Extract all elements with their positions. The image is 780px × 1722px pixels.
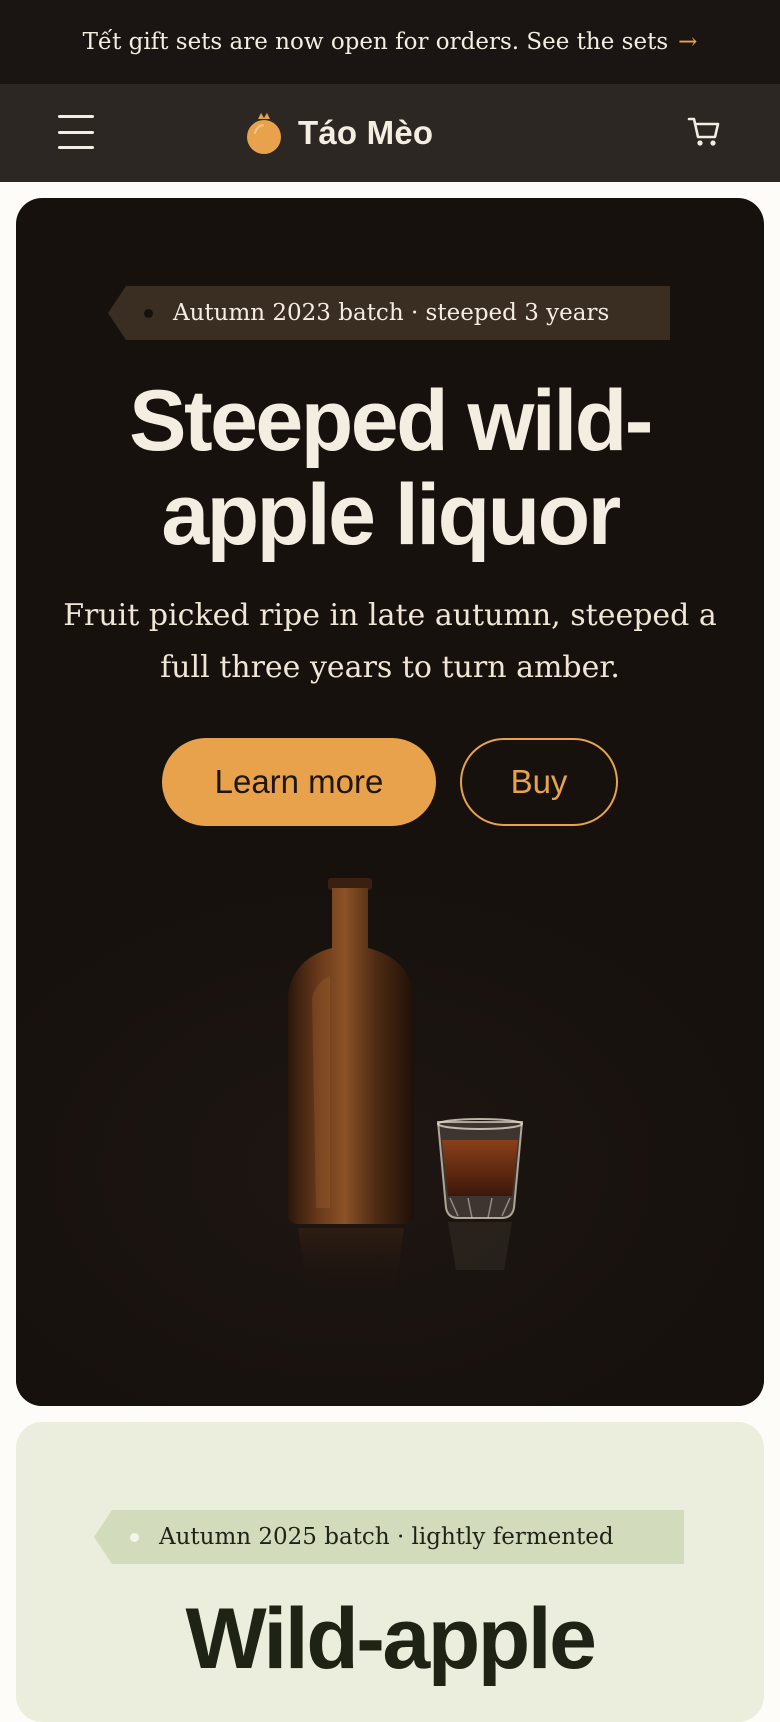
batch-tag-label: Autumn 2025 batch · lightly fermented — [159, 1524, 614, 1550]
arrow-right-icon: → — [678, 29, 698, 55]
hamburger-menu-icon[interactable] — [58, 114, 94, 150]
tag-dot-icon — [144, 308, 153, 318]
second-card-title: Wild-apple — [185, 1591, 598, 1687]
batch-tag: Autumn 2023 batch · steeped 3 years — [108, 286, 670, 340]
buy-button[interactable]: Buy — [460, 738, 618, 826]
hero-title: Steeped wild- apple liquor — [16, 374, 764, 562]
hero-title-line1: Steeped wild- — [129, 373, 653, 469]
brand-logo[interactable]: Táo Mèo — [244, 108, 433, 158]
hero-card: Autumn 2023 batch · steeped 3 years Stee… — [16, 198, 764, 1406]
second-product-card: Autumn 2025 batch · lightly fermented Wi… — [16, 1422, 764, 1722]
announcement-bar[interactable]: Tết gift sets are now open for orders. S… — [0, 0, 780, 84]
site-header: Táo Mèo — [0, 84, 780, 182]
batch-tag: Autumn 2025 batch · lightly fermented — [94, 1510, 684, 1564]
hero-subtitle: Fruit picked ripe in late autumn, steepe… — [56, 590, 724, 694]
hero-subtitle-line2: full three years to turn amber. — [160, 650, 620, 685]
announcement-text: Tết gift sets are now open for orders. S… — [82, 29, 669, 55]
shot-glass-shape — [436, 1118, 524, 1219]
shopping-cart-icon[interactable] — [686, 113, 722, 149]
learn-more-button[interactable]: Learn more — [162, 738, 436, 826]
brand-name: Táo Mèo — [298, 114, 434, 151]
hero-subtitle-line1: Fruit picked ripe in late autumn, steepe… — [63, 598, 717, 633]
product-photo — [16, 878, 764, 1406]
tag-dot-icon — [130, 1532, 139, 1542]
hero-title-line2: apple liquor — [161, 467, 621, 563]
apple-logo-icon — [247, 113, 281, 154]
batch-tag-label: Autumn 2023 batch · steeped 3 years — [173, 300, 610, 326]
